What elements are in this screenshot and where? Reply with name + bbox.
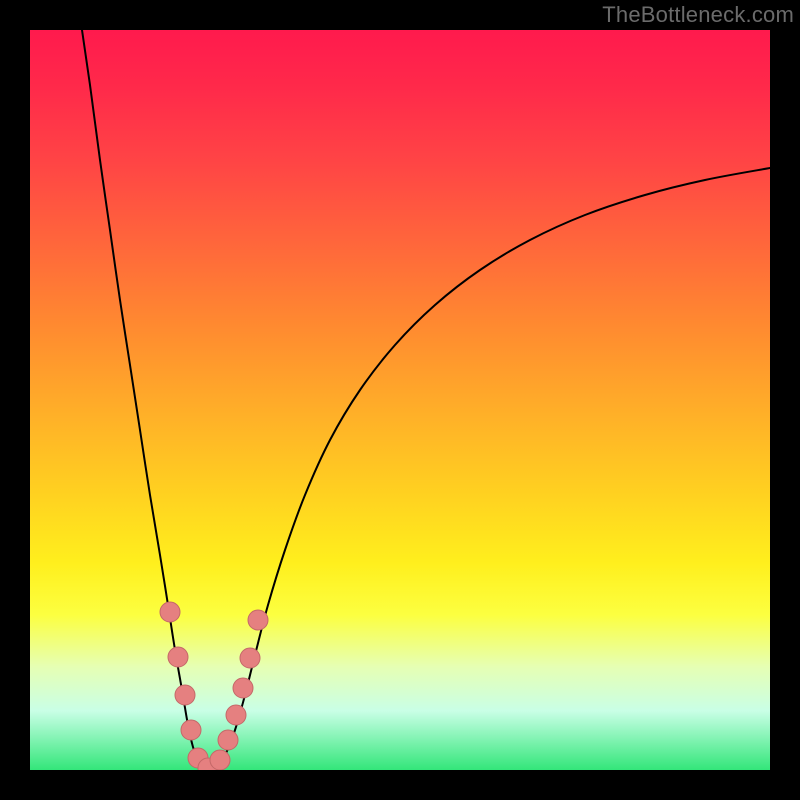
marker-point [181,720,201,740]
marker-point [210,750,230,770]
watermark-text: TheBottleneck.com [602,2,794,28]
marker-point [168,647,188,667]
bottleneck-curve-svg [30,30,770,770]
marker-point [233,678,253,698]
curve-bottleneck_curve_right [208,168,770,770]
chart-frame: TheBottleneck.com [0,0,800,800]
curve-bottleneck_curve_left [82,30,208,770]
marker-point [218,730,238,750]
marker-point [248,610,268,630]
plot-area [30,30,770,770]
marker-point [240,648,260,668]
marker-point [175,685,195,705]
marker-point [160,602,180,622]
marker-point [226,705,246,725]
